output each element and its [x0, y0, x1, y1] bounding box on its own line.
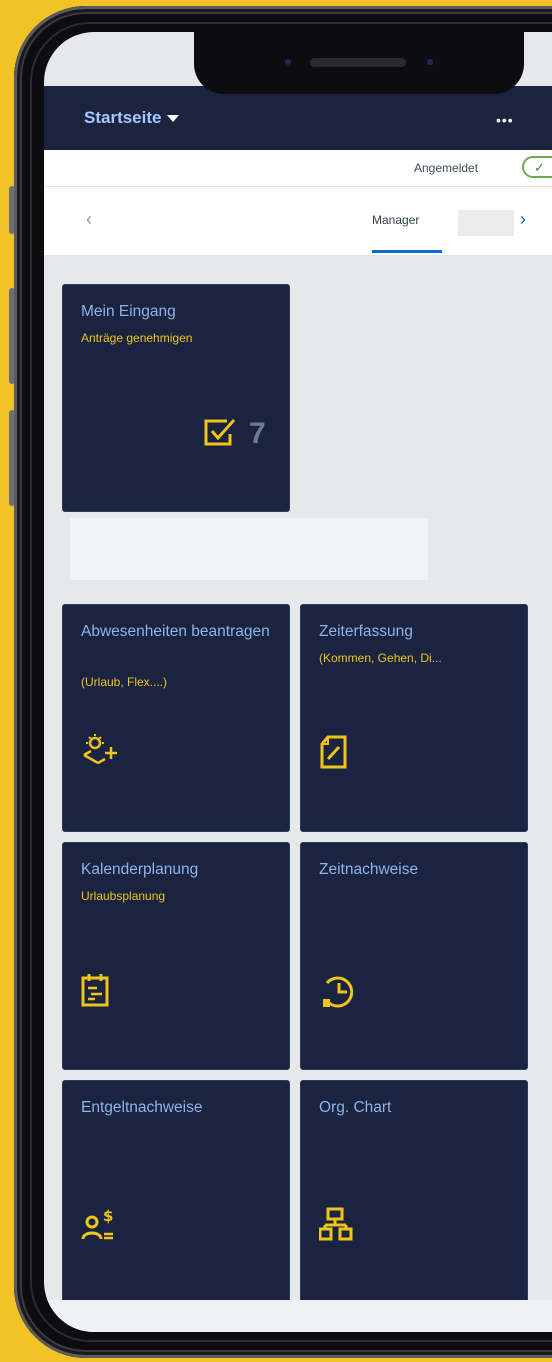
stage: Startseite ••• Angemeldet ✓ ‹ Manager › … — [0, 0, 552, 1362]
active-tab-indicator — [372, 250, 442, 253]
tile-title: Mein Eingang — [81, 303, 176, 320]
tile-title: Zeitnachweise — [319, 861, 419, 878]
home-menu-button[interactable]: Startseite — [84, 108, 180, 128]
chevron-left-icon[interactable]: ‹ — [86, 209, 92, 230]
status-bar: Angemeldet ✓ — [44, 150, 552, 187]
calendar-icon — [81, 974, 109, 1007]
edit-document-icon — [320, 735, 347, 769]
front-camera-icon — [282, 56, 294, 68]
tile-entgeltnachweise[interactable]: Entgeltnachweise $ — [62, 1080, 290, 1308]
more-options-button[interactable]: ••• — [496, 112, 514, 128]
phone-screen: Startseite ••• Angemeldet ✓ ‹ Manager › … — [44, 32, 552, 1332]
phone-notch — [194, 32, 524, 94]
tile-title: Entgeltnachweise — [81, 1099, 203, 1116]
chevron-right-icon[interactable]: › — [520, 209, 526, 230]
history-clock-icon — [323, 976, 354, 1008]
tile-abwesenheiten[interactable]: Abwesenheiten beantragen (Urlaub, Flex..… — [62, 604, 290, 832]
tile-title: Org. Chart — [319, 1099, 392, 1116]
bottom-bar — [44, 1300, 552, 1332]
shell-header: Startseite ••• — [44, 86, 552, 150]
checkmark-icon: ✓ — [534, 160, 545, 175]
sun-plus-icon — [83, 734, 117, 765]
employee-salary-icon: $ — [81, 1207, 113, 1240]
sensor-icon — [424, 56, 436, 68]
tile-title: Abwesenheiten beantragen — [81, 623, 270, 640]
tile-zeitnachweise[interactable]: Zeitnachweise — [300, 842, 528, 1070]
group-navigation-bar: ‹ Manager › — [44, 187, 552, 256]
svg-text:$: $ — [103, 1207, 113, 1225]
speaker-grille — [310, 58, 406, 67]
tile-subtitle: (Urlaub, Flex....) — [81, 675, 168, 689]
tab-manager[interactable]: Manager — [372, 213, 419, 227]
caret-down-icon — [167, 115, 180, 123]
tile-count: 7 — [249, 417, 266, 450]
tile-org-chart[interactable]: Org. Chart — [300, 1080, 528, 1308]
home-title: Startseite — [84, 108, 162, 127]
signed-in-toggle[interactable]: ✓ — [522, 156, 552, 178]
tile-subtitle: (Kommen, Gehen, Di... — [319, 651, 442, 665]
empty-section-header — [70, 518, 428, 580]
tile-subtitle: Urlaubsplanung — [81, 889, 166, 903]
tile-mein-eingang[interactable]: Mein Eingang Anträge genehmigen 7 — [62, 284, 290, 512]
task-check-icon — [204, 419, 236, 446]
tile-subtitle: Anträge genehmigen — [81, 331, 193, 345]
tile-title: Kalenderplanung — [81, 861, 199, 878]
org-chart-icon — [319, 1207, 353, 1241]
tab-placeholder[interactable] — [458, 210, 514, 236]
tile-title: Zeiterfassung — [319, 623, 413, 640]
status-text: Angemeldet — [414, 161, 479, 175]
tile-kalenderplanung[interactable]: Kalenderplanung Urlaubsplanung — [62, 842, 290, 1070]
tile-zeiterfassung[interactable]: Zeiterfassung (Kommen, Gehen, Di... — [300, 604, 528, 832]
